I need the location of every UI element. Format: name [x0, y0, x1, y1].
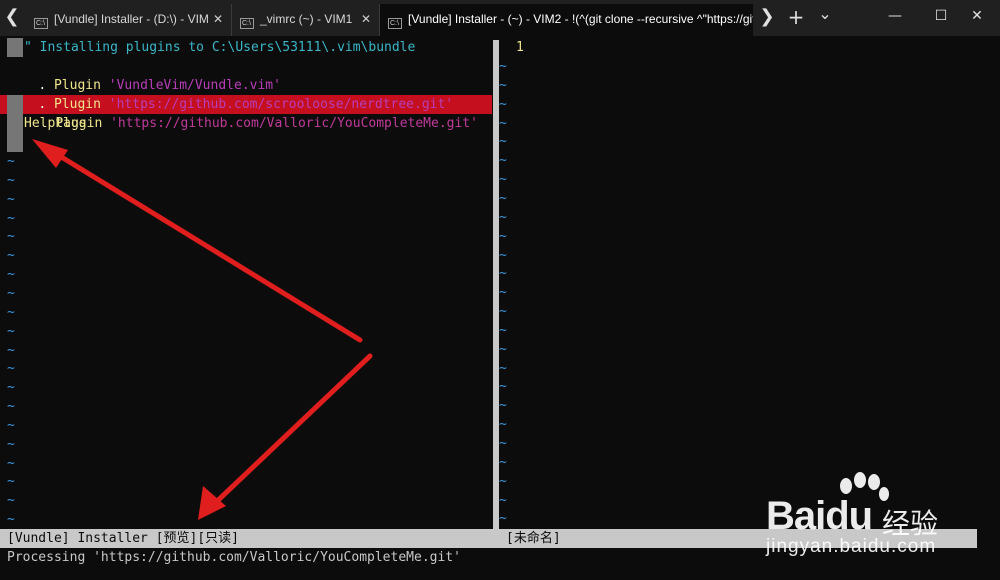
empty-line-tilde: ~ — [7, 191, 15, 207]
empty-line-tilde: ~ — [7, 361, 15, 377]
empty-line-tilde: ~ — [499, 304, 507, 320]
installer-comment-line: " Installing plugins to C:\Users\53111\.… — [24, 40, 416, 55]
empty-line-tilde: ~ — [7, 267, 15, 283]
minimize-icon: — — [888, 8, 902, 24]
statusline-left[interactable]: [Vundle] Installer [预览][只读] — [0, 529, 499, 548]
terminal-icon: C:\ — [388, 18, 402, 29]
empty-line-tilde: ~ — [499, 190, 507, 206]
empty-line-tilde: ~ — [7, 399, 15, 415]
empty-line-tilde: ~ — [7, 210, 15, 226]
close-window-button[interactable]: ✕ — [954, 0, 1000, 32]
tab-vundle-installer-d[interactable]: C:\ [Vundle] Installer - (D:\) - VIM ✕ — [26, 4, 232, 36]
empty-line-tilde: ~ — [7, 248, 15, 264]
plugin-line[interactable]: . Plugin 'https://github.com/scrooloose/… — [7, 76, 453, 112]
empty-line-tilde: ~ — [499, 492, 507, 508]
empty-line-tilde: ~ — [499, 322, 507, 338]
empty-line-tilde: ~ — [7, 285, 15, 301]
tab-label: [Vundle] Installer - (D:\) - VIM — [54, 12, 209, 26]
empty-line-tilde: ~ — [499, 436, 507, 451]
minimize-button[interactable]: — — [872, 0, 918, 32]
command-line[interactable]: Processing 'https://github.com/Valloric/… — [7, 548, 461, 567]
empty-line-tilde: ~ — [499, 360, 507, 376]
empty-line-tilde: ~ — [499, 77, 507, 93]
chevron-down-icon: ⌄ — [818, 4, 832, 23]
tab-vimrc-vim1[interactable]: C:\ _vimrc (~) - VIM1 ✕ — [232, 4, 380, 36]
scroll-tabs-left-button[interactable]: ❮ — [0, 0, 24, 36]
empty-line-tilde: ~ — [7, 455, 15, 471]
empty-line-tilde: ~ — [499, 153, 507, 169]
empty-line-tilde: ~ — [499, 247, 507, 263]
new-tab-button[interactable]: + — [784, 0, 808, 36]
empty-line-tilde: ~ — [499, 172, 507, 188]
line-number: 1 — [516, 40, 524, 55]
empty-line-tilde: ~ — [499, 266, 507, 282]
empty-line-tilde: ~ — [499, 379, 507, 395]
tab-bar: ❮ C:\ [Vundle] Installer - (D:\) - VIM ✕ … — [0, 0, 1000, 36]
plugin-line-processing[interactable]: Plugin 'https://github.com/Valloric/YouC… — [24, 95, 478, 131]
plus-icon: + — [787, 5, 805, 29]
scroll-tabs-right-button[interactable]: ❯ — [755, 0, 779, 36]
empty-line-tilde: ~ — [7, 436, 15, 452]
chevron-left-icon: ❮ — [4, 6, 20, 27]
statusline-right-text: [未命名] — [506, 531, 561, 546]
sign-column-marker — [7, 38, 23, 57]
empty-line-tilde: ~ — [7, 380, 15, 396]
empty-line-tilde: ~ — [499, 473, 507, 489]
tab-vundle-installer-vim2[interactable]: C:\ [Vundle] Installer - (~) - VIM2 - !(^… — [380, 4, 753, 36]
empty-line-tilde: ~ — [499, 134, 507, 150]
empty-line-tilde: ~ — [499, 228, 507, 244]
empty-line-tilde: ~ — [499, 398, 507, 414]
empty-line-tilde: ~ — [7, 512, 15, 528]
plugin-line[interactable]: . Plugin 'VundleVim/Vundle.vim' — [7, 57, 281, 93]
plugin-arg: 'https://github.com/Valloric/YouComplete… — [110, 116, 478, 131]
empty-line-tilde: ~ — [7, 154, 15, 169]
empty-line-tilde: ~ — [499, 59, 507, 74]
terminal-icon: C:\ — [34, 18, 48, 29]
tab-label: [Vundle] Installer - (~) - VIM2 - !(^(gi… — [408, 12, 753, 26]
tab-dropdown-button[interactable]: ⌄ — [813, 0, 837, 36]
tab-label: _vimrc (~) - VIM1 — [260, 12, 353, 26]
watermark-brand: Baidu — [766, 494, 873, 538]
empty-line-tilde: ~ — [499, 285, 507, 301]
empty-line-tilde: ~ — [499, 341, 507, 357]
empty-line-tilde: ~ — [7, 229, 15, 245]
terminal-icon: C:\ — [240, 18, 254, 29]
empty-line-tilde: ~ — [7, 417, 15, 433]
empty-line-tilde: ~ — [499, 209, 507, 225]
sign-column-marker — [7, 133, 23, 152]
baidu-jingyan-watermark: Baidu 经验 jingyan.baidu.com — [762, 472, 992, 572]
statusline-left-text: [Vundle] Installer [预览][只读] — [7, 531, 240, 546]
empty-line-tilde: ~ — [7, 304, 15, 320]
empty-line-tilde: ~ — [499, 511, 507, 527]
empty-line-tilde: ~ — [7, 342, 15, 358]
close-icon[interactable]: ✕ — [361, 4, 371, 34]
empty-line-tilde: ~ — [7, 474, 15, 490]
empty-line-tilde: ~ — [7, 323, 15, 339]
empty-line-tilde: ~ — [499, 115, 507, 131]
empty-line-tilde: ~ — [499, 96, 507, 112]
empty-line-tilde: ~ — [7, 172, 15, 188]
helptags-line: Helptags — [24, 116, 87, 131]
empty-line-tilde: ~ — [7, 493, 15, 509]
empty-line-tilde: ~ — [499, 417, 507, 433]
empty-line-tilde: ~ — [499, 454, 507, 470]
chevron-right-icon: ❯ — [759, 6, 775, 27]
close-icon[interactable]: ✕ — [213, 4, 223, 34]
maximize-icon: ☐ — [934, 8, 948, 24]
close-icon: ✕ — [971, 8, 983, 24]
watermark-url: jingyan.baidu.com — [766, 536, 937, 557]
